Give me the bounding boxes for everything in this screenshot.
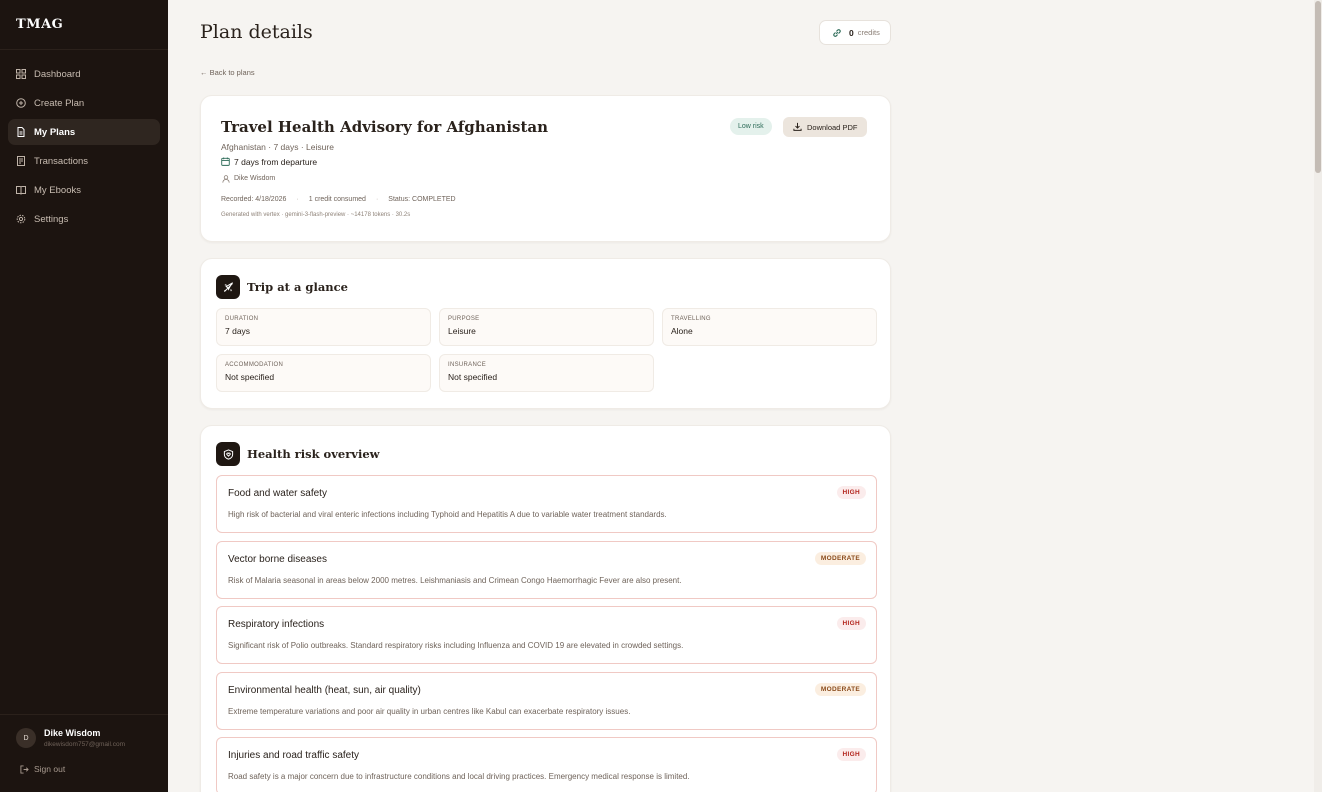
trip-glance-card: Trip at a glance DURATION 7 days PURPOSE…: [200, 258, 891, 409]
glance-tile-travelling: TRAVELLING Alone: [662, 308, 877, 346]
plan-departure-text: 7 days from departure: [234, 157, 318, 167]
grid-icon: [16, 69, 26, 79]
risk-title: Vector borne diseases: [228, 554, 327, 565]
sign-out-button[interactable]: Sign out: [20, 764, 65, 774]
risk-level-badge: HIGH: [836, 486, 866, 499]
sidebar-item-transactions[interactable]: Transactions: [8, 148, 160, 174]
plan-generation-info: Generated with vertex · gemini-3-flash-p…: [221, 212, 411, 218]
risk-title: Food and water safety: [228, 488, 327, 499]
main-content: Plan details 0 credits ← Back to plans T…: [168, 0, 1314, 792]
glance-tile-insurance: INSURANCE Not specified: [439, 354, 654, 392]
user-name: Dike Wisdom: [44, 728, 101, 738]
risk-description: High risk of bacterial and viral enteric…: [228, 510, 667, 519]
risk-level-badge: MODERATE: [814, 552, 866, 565]
sign-out-label: Sign out: [34, 764, 66, 774]
plan-summary-card: Travel Health Advisory for Afghanistan A…: [200, 95, 891, 242]
sidebar-item-label: Dashboard: [34, 68, 81, 80]
risk-level-badge: HIGH: [836, 617, 866, 630]
shield-heart-icon: [216, 442, 240, 466]
scrollbar[interactable]: [1314, 0, 1322, 792]
plan-meta: Recorded: 4/18/2026 · 1 credit consumed …: [221, 196, 456, 203]
avatar: D: [16, 728, 36, 748]
risk-level-badge: HIGH: [836, 748, 866, 761]
plan-subtitle: Afghanistan · 7 days · Leisure: [221, 142, 334, 152]
tile-value: Not specified: [225, 372, 275, 382]
credits-badge[interactable]: 0 credits: [819, 20, 891, 45]
download-pdf-label: Download PDF: [807, 122, 858, 132]
sidebar-item-create-plan[interactable]: Create Plan: [8, 90, 160, 116]
risk-description: Significant risk of Polio outbreaks. Sta…: [228, 641, 684, 650]
risk-title: Respiratory infections: [228, 619, 325, 630]
plan-author: Dike Wisdom: [221, 175, 276, 183]
plane-icon: [216, 275, 240, 299]
risk-item-environmental[interactable]: Environmental health (heat, sun, air qua…: [216, 672, 877, 730]
sidebar-item-label: Create Plan: [34, 97, 85, 109]
tile-key: INSURANCE: [448, 362, 487, 368]
sidebar: TMAG Dashboard Create Plan My Plans Tran…: [0, 0, 168, 792]
risk-item-respiratory[interactable]: Respiratory infections Significant risk …: [216, 606, 877, 664]
calendar-icon: [221, 157, 230, 166]
user-icon: [222, 175, 230, 183]
tile-value: Leisure: [448, 326, 476, 336]
risk-title: Injuries and road traffic safety: [228, 750, 359, 761]
receipt-icon: [17, 156, 25, 166]
book-icon: [16, 186, 26, 195]
risk-title: Environmental health (heat, sun, air qua…: [228, 685, 421, 696]
plan-status: Status: COMPLETED: [388, 196, 456, 203]
sidebar-item-my-ebooks[interactable]: My Ebooks: [8, 177, 160, 203]
plan-departure: 7 days from departure: [221, 157, 317, 167]
plan-credits: 1 credit consumed: [308, 196, 366, 203]
sidebar-item-settings[interactable]: Settings: [8, 206, 160, 232]
sidebar-item-label: Transactions: [34, 155, 89, 167]
credits-count: 0: [849, 27, 854, 38]
link-icon: [833, 28, 841, 37]
back-to-plans-link[interactable]: ← Back to plans: [200, 68, 255, 77]
sign-out-icon: [20, 765, 29, 774]
sidebar-item-label: Settings: [34, 213, 69, 225]
tile-key: PURPOSE: [448, 316, 480, 322]
risk-level-badge: Low risk: [730, 118, 772, 135]
risk-item-vector-borne[interactable]: Vector borne diseases Risk of Malaria se…: [216, 541, 877, 599]
user-panel: D Dike Wisdom dikewisdom757@gmail.com Si…: [0, 714, 168, 792]
page-title: Plan details: [200, 21, 313, 43]
risk-item-injuries[interactable]: Injuries and road traffic safety Road sa…: [216, 737, 877, 792]
risk-description: Road safety is a major concern due to in…: [228, 772, 690, 781]
tile-value: Not specified: [448, 372, 498, 382]
section-title: Health risk overview: [247, 447, 380, 461]
sidebar-item-my-plans[interactable]: My Plans: [8, 119, 160, 145]
sidebar-item-dashboard[interactable]: Dashboard: [8, 61, 160, 87]
credits-label: credits: [857, 28, 880, 37]
tile-key: ACCOMMODATION: [225, 362, 284, 368]
tile-value: 7 days: [225, 326, 251, 336]
tile-key: TRAVELLING: [671, 316, 711, 322]
document-icon: [17, 127, 25, 137]
meta-separator: ·: [296, 196, 299, 203]
section-title: Trip at a glance: [247, 280, 348, 294]
sidebar-nav: Dashboard Create Plan My Plans Transacti…: [0, 50, 168, 232]
download-icon: [793, 122, 802, 131]
glance-tile-purpose: PURPOSE Leisure: [439, 308, 654, 346]
glance-tile-duration: DURATION 7 days: [216, 308, 431, 346]
plus-circle-icon: [16, 98, 26, 108]
sidebar-item-label: My Plans: [34, 126, 76, 138]
user-email: dikewisdom757@gmail.com: [44, 741, 126, 748]
tile-value: Alone: [671, 326, 693, 336]
risk-item-food-water[interactable]: Food and water safety High risk of bacte…: [216, 475, 877, 533]
sidebar-item-label: My Ebooks: [34, 184, 81, 196]
plan-title: Travel Health Advisory for Afghanistan: [221, 118, 549, 136]
risk-level-badge: MODERATE: [814, 683, 866, 696]
risk-description: Extreme temperature variations and poor …: [228, 707, 631, 716]
glance-tile-accommodation: ACCOMMODATION Not specified: [216, 354, 431, 392]
plan-recorded: Recorded: 4/18/2026: [221, 196, 287, 203]
health-risk-card: Health risk overview Food and water safe…: [200, 425, 891, 792]
gear-icon: [16, 214, 26, 224]
plan-author-name: Dike Wisdom: [234, 175, 276, 182]
scrollbar-thumb[interactable]: [1315, 1, 1321, 173]
meta-separator: ·: [375, 196, 379, 203]
tile-key: DURATION: [225, 316, 259, 322]
download-pdf-button[interactable]: Download PDF: [783, 117, 868, 137]
brand-logo[interactable]: TMAG: [0, 0, 168, 50]
risk-description: Risk of Malaria seasonal in areas below …: [228, 576, 682, 585]
